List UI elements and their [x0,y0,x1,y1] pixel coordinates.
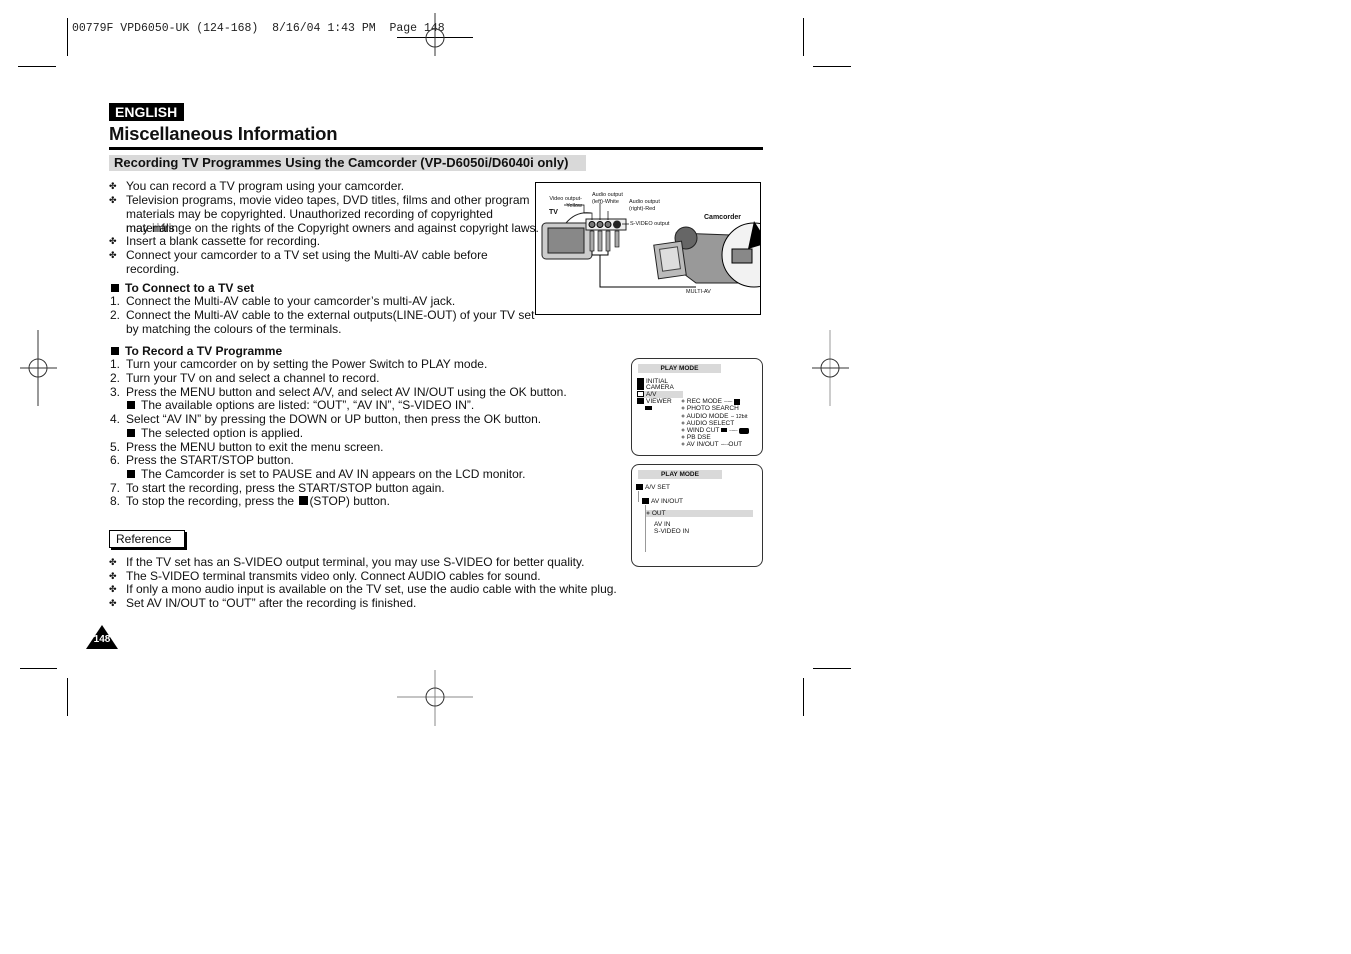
bullet-icon: ✤ [109,557,117,567]
video-output-label: Video output- Yellow [549,196,582,209]
folder-icon [642,498,649,505]
crop-mark [813,668,851,669]
registration-mark [397,670,473,726]
record-step: 2. Turn your TV on and select a channel t… [110,371,380,385]
menu-item-av-in-out: ⋄ AV IN/OUT ·······OUT [681,441,743,448]
menu-option-out[interactable]: ⋄ OUT [646,510,753,517]
crop-mark [67,18,68,56]
record-step: 1. Turn your camcorder on by setting the … [110,357,488,371]
tape-icon [645,406,652,410]
connect-step: 1. Connect the Multi-AV cable to your cam… [110,294,456,308]
bullet-icon: ✤ [109,181,117,191]
menu-option-s-video-in[interactable]: S-VIDEO IN [654,528,689,535]
menu-item-viewer: VIEWER [637,398,672,405]
stop-icon [299,496,309,505]
square-bullet-icon [127,401,135,409]
connection-diagram: TV Video output- Yellow Audio output (left… [535,182,761,315]
folder-icon [637,391,644,398]
record-step: 7. To start the recording, press the STAR… [110,481,445,495]
folder-icon [637,398,644,405]
registration-mark [425,13,445,56]
menu-screen-av-set: PLAY MODE A/V SET AV IN/OUT ⋄ OUT AV IN … [631,464,763,567]
bullet-icon: ✤ [109,584,117,594]
print-slug: 00779F VPD6050-UK (124-168) 8/16/04 1:43… [72,22,445,35]
record-note: The Camcorder is set to PAUSE and AV IN … [127,467,525,481]
crop-mark [67,678,68,716]
registration-mark [812,330,849,406]
menu-sub-av-in-out: AV IN/OUT [642,498,683,505]
crop-mark [18,66,56,67]
reference-label: Reference [109,530,185,548]
audio-left-label: Audio output (left)-White [592,192,623,205]
square-bullet-icon [111,347,119,355]
menu-item-pb-dse: ⋄ PB DSE [681,434,711,441]
menu-item-av: A/V [637,391,683,398]
record-step: 5. Press the MENU button to exit the menu… [110,440,384,454]
bullet-icon: ✤ [109,195,117,205]
page-title: Miscellaneous Information [109,123,338,144]
square-bullet-icon [111,284,119,292]
bullet-icon: ✤ [109,236,117,246]
language-badge: ENGLISH [109,103,185,121]
folder-icon [637,384,644,391]
svideo-label: S-VIDEO output [630,221,670,227]
record-note: The selected option is applied. [127,426,303,440]
folder-icon [636,484,643,491]
bullet-icon: ✤ [109,598,117,608]
record-step: 3. Press the MENU button and select A/V, … [110,385,567,399]
menu-title: PLAY MODE [638,364,721,373]
crop-mark [20,668,57,669]
title-rule [109,147,763,150]
multi-av-label: MULTI-AV [686,289,711,295]
audio-right-label: Audio output (right)-Red [629,199,660,212]
menu-option-av-in[interactable]: AV IN [654,521,671,528]
menu-item-photo-search: ⋄ PHOTO SEARCH [681,405,739,412]
registration-mark [20,330,57,406]
connect-step: 2. Connect the Multi-AV cable to the exte… [110,308,535,322]
page-number: 148 [86,625,118,649]
connect-heading: To Connect to a TV set [111,281,254,295]
bullet-icon: ✤ [109,250,117,260]
camcorder-label: Camcorder [704,214,741,221]
crop-mark [813,66,851,67]
tv-label: TV [549,209,558,216]
tv-icon [541,212,593,260]
section-title: Recording TV Programmes Using the Camcor… [109,155,586,171]
square-bullet-icon [127,429,135,437]
menu-item-camera: CAMERA [637,384,674,391]
record-heading: To Record a TV Programme [111,344,282,358]
record-note: The available options are listed: “OUT”,… [127,398,474,412]
crop-mark [803,18,804,56]
menu-title: PLAY MODE [638,470,722,479]
tree-line [638,491,639,502]
record-step: 6. Press the START/STOP button. [110,453,294,467]
record-step: 4. Select “AV IN” by pressing the DOWN or… [110,412,542,426]
square-bullet-icon [127,470,135,478]
connect-step-cont: by matching the colours of the terminals… [126,322,342,336]
menu-screen-play-mode: PLAY MODE INITIAL CAMERA A/V VIEWER ⋄ RE… [631,358,763,456]
menu-item-audio-select: ⋄ AUDIO SELECT [681,420,735,427]
crop-mark [803,678,804,716]
bullet-icon: ✤ [109,571,117,581]
record-step: 8. To stop the recording, press the (STOP… [110,494,390,508]
menu-root-av-set: A/V SET [636,484,670,491]
